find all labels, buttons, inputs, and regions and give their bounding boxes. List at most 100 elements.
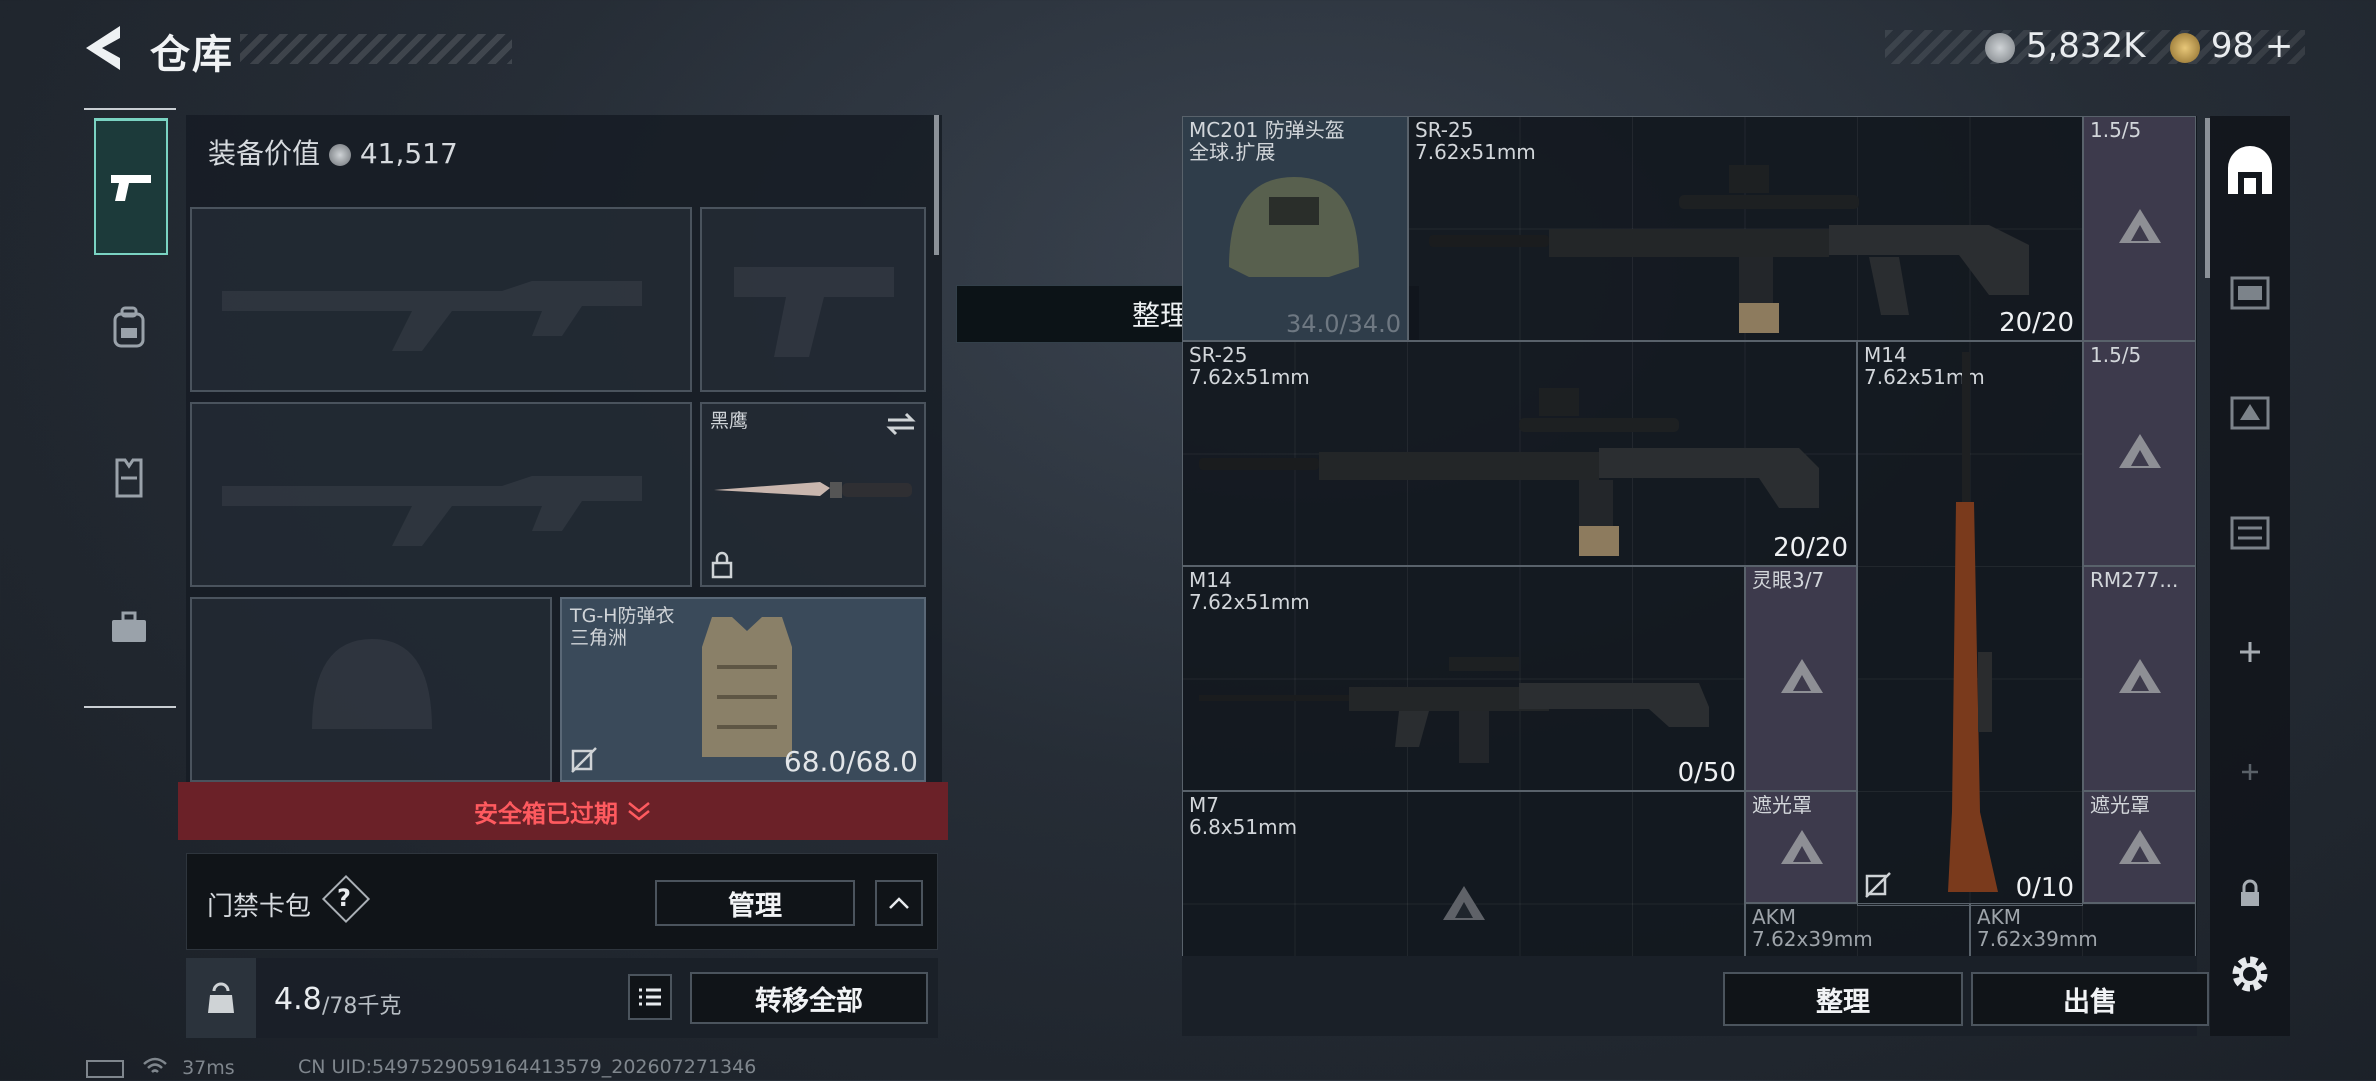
title-decoration [240, 34, 512, 64]
stash-locked-slot[interactable]: 灵眼3/7 [1745, 566, 1857, 791]
no-insure-icon [1865, 872, 1891, 898]
gear-icon [2232, 956, 2268, 992]
sell-button[interactable]: 出售 [1971, 972, 2209, 1026]
armor-slot[interactable]: TG-H防弹衣 三角洲 68.0/68.0 [560, 597, 926, 782]
pistol-icon [111, 175, 151, 201]
lock-icon [2241, 879, 2259, 906]
stash-item-akm[interactable]: AKM 7.62x39mm [1970, 903, 2196, 956]
add-page-button-disabled[interactable] [2224, 746, 2276, 798]
kettlebell-icon [208, 982, 234, 1013]
knife-icon [714, 482, 912, 498]
back-arrow-icon [86, 26, 120, 70]
safe-box-expired-banner[interactable]: 安全箱已过期 [178, 782, 948, 840]
collapse-button[interactable] [875, 880, 923, 926]
item-name: M7 6.8x51mm [1189, 793, 1298, 839]
stash-page-tab-3[interactable] [2224, 506, 2276, 558]
helmet-icon [1229, 177, 1359, 277]
ping-value: 37ms [182, 1057, 235, 1079]
stash-locked-slot[interactable]: 1.5/5 [2083, 116, 2196, 341]
tab-backpack[interactable] [94, 288, 164, 368]
sort-button[interactable]: 整理 [1723, 972, 1963, 1026]
rifle-icon [1199, 388, 1819, 556]
slot-label: 遮光罩 [1752, 793, 1812, 817]
stash-item-sr25[interactable]: SR-25 7.62x51mm 20/20 [1182, 341, 1857, 566]
pistol-placeholder-icon [734, 267, 894, 357]
currency-silver[interactable]: 5,832K [1985, 26, 2145, 66]
rifle-placeholder-icon [222, 476, 642, 546]
stash-home-tab[interactable] [2224, 146, 2276, 198]
equipment-scrollbar[interactable] [934, 115, 939, 255]
primary-weapon-slot[interactable] [190, 207, 692, 392]
rifle-icon [1948, 352, 1998, 892]
sidearm-slot[interactable] [700, 207, 926, 392]
battery-icon [86, 1059, 124, 1078]
melee-slot[interactable]: 黑鹰 [700, 402, 926, 587]
backpack-icon [113, 306, 145, 348]
list-view-button[interactable] [628, 974, 672, 1020]
helmet-slot[interactable] [190, 597, 552, 782]
keycard-bag-row: 门禁卡包 ? 管理 [186, 853, 938, 950]
storage-box-icon [2230, 276, 2270, 310]
silver-coin-icon [1985, 32, 2015, 63]
rifle-icon [1429, 165, 2029, 333]
silver-coin-icon [328, 144, 351, 166]
transfer-all-button[interactable]: 转移全部 [690, 972, 928, 1024]
page-title: 仓库 [150, 32, 234, 78]
helmet-placeholder-icon [312, 639, 432, 729]
currency-gold[interactable]: 98 + [2170, 26, 2293, 66]
plus-icon [2240, 642, 2260, 662]
stash-item-m14-vertical[interactable]: M14 7.62x51mm 0/10 [1857, 341, 2083, 906]
item-ammo-count: 20/20 [1999, 308, 2074, 338]
item-name: M14 7.62x51mm [1189, 568, 1310, 614]
item-ammo-count: 0/10 [2015, 873, 2074, 903]
armor-name: TG-H防弹衣 三角洲 [570, 605, 675, 649]
briefcase-icon [112, 611, 146, 642]
stash-item-m7[interactable]: M7 6.8x51mm [1182, 791, 1745, 956]
delta-logo-icon [1781, 659, 1823, 693]
secondary-weapon-slot[interactable] [190, 402, 692, 587]
add-page-button[interactable] [2224, 626, 2276, 678]
equipment-value-amount: 41,517 [359, 137, 458, 170]
stash-item-sr25[interactable]: SR-25 7.62x51mm 20/20 [1408, 116, 2083, 341]
stash-locked-slot[interactable]: RM277... [2083, 566, 2196, 791]
lock-toggle[interactable] [2224, 866, 2276, 918]
slot-label: RM277... [2090, 568, 2179, 592]
back-button[interactable] [80, 22, 128, 74]
settings-button[interactable] [2224, 948, 2276, 1000]
weight-current: 4.8 [274, 982, 322, 1017]
user-id: CN UID:5497529059164413579_202607271346 [298, 1056, 757, 1078]
item-name: AKM 7.62x39mm [1977, 905, 2098, 951]
list-icon [639, 988, 661, 1006]
category-tabs [84, 108, 176, 708]
stash-page-tab-2[interactable] [2224, 386, 2276, 438]
stash-locked-slot[interactable]: 遮光罩 [1745, 791, 1857, 903]
armor-durability: 68.0/68.0 [783, 745, 918, 778]
silver-amount: 5,832K [2025, 26, 2146, 66]
equipment-value-label: 装备价值 [208, 137, 321, 170]
stash-item-helmet[interactable]: MC201 防弹头盔 全球.扩展 34.0/34.0 [1182, 116, 1408, 341]
slot-capacity: 1.5/5 [2090, 343, 2142, 367]
add-currency-button[interactable]: + [2265, 26, 2294, 66]
warehouse-icon [2228, 146, 2272, 194]
stash-item-m14[interactable]: M14 7.62x51mm 0/50 [1182, 566, 1745, 791]
storage-crate-icon [2230, 396, 2270, 430]
stash-page-tab-1[interactable] [2224, 266, 2276, 318]
tab-case[interactable] [94, 588, 164, 668]
delta-logo-icon [1443, 886, 1485, 920]
network-status: 37ms [86, 1056, 235, 1081]
gold-coin-icon [2170, 32, 2200, 63]
delta-logo-icon [2119, 830, 2161, 864]
gold-amount: 98 [2210, 26, 2255, 66]
tab-weapons[interactable] [94, 118, 168, 255]
delta-logo-icon [2119, 659, 2161, 693]
item-durability: 34.0/34.0 [1286, 310, 1401, 338]
item-ammo-count: 0/50 [1677, 758, 1736, 788]
tab-vest[interactable] [94, 438, 164, 518]
manage-button[interactable]: 管理 [655, 880, 855, 926]
stash-locked-slot[interactable]: 1.5/5 [2083, 341, 2196, 566]
stash-item-akm[interactable]: AKM 7.62x39mm [1745, 903, 1970, 956]
swap-icon[interactable] [886, 412, 916, 436]
delta-logo-icon [2119, 434, 2161, 468]
rifle-icon [1199, 657, 1709, 763]
stash-locked-slot[interactable]: 遮光罩 [2083, 791, 2196, 903]
